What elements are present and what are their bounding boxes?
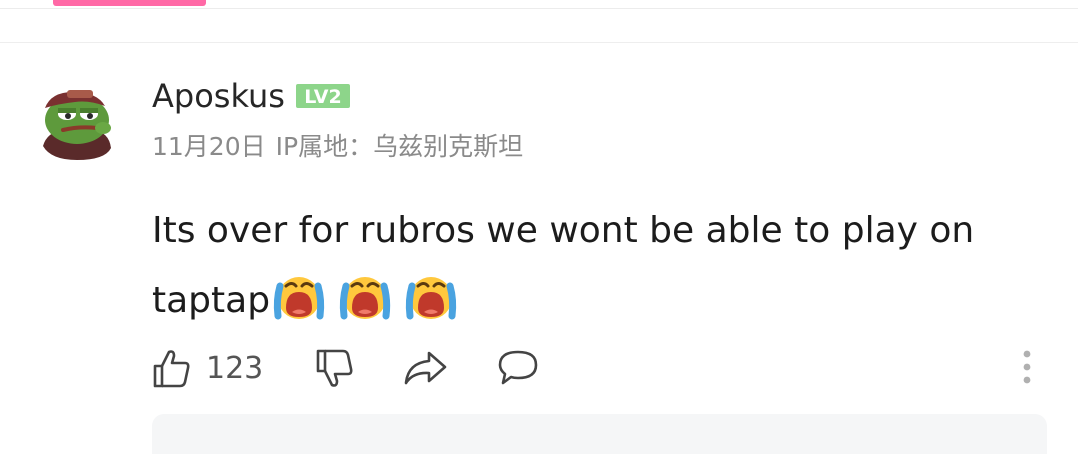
comment-date: 11月20日 [152,132,266,161]
avatar[interactable] [37,86,115,160]
dislike-button[interactable] [315,347,355,389]
comment-actions: 123 [152,344,539,392]
ip-location: IP属地：乌兹别克斯坦 [275,132,524,161]
thumbs-down-icon [316,349,353,387]
reply-preview[interactable] [152,414,1047,454]
username[interactable]: Aposkus [152,76,285,116]
frog-avatar-icon [43,90,111,160]
like-button[interactable]: 123 [152,347,263,389]
active-tab-indicator [53,0,206,6]
comment-page: Aposkus LV2 11月20日 IP属地：乌兹别克斯坦 Its over f… [0,0,1078,454]
level-badge-label: LV2 [304,86,341,108]
section-divider [0,42,1078,43]
comment-body: Its over for rubros we wont be able to p… [152,196,1012,336]
more-options-button[interactable] [1013,348,1041,388]
tab-strip [0,0,1078,9]
crying-face-emoji-icon [273,277,325,320]
level-badge: LV2 [296,84,350,108]
crying-face-emoji-icon [339,277,391,320]
share-arrow-icon [404,351,447,385]
reply-button[interactable] [497,348,539,388]
speech-bubble-icon [498,350,538,385]
level-badge-icon: LV2 [296,84,350,108]
like-count: 123 [206,350,264,386]
thumbs-up-icon [153,350,190,388]
more-vertical-icon [1023,350,1031,384]
crying-face-emoji-icon [405,277,457,320]
comment-meta: 11月20日 IP属地：乌兹别克斯坦 [152,130,523,164]
share-button[interactable] [403,349,447,387]
